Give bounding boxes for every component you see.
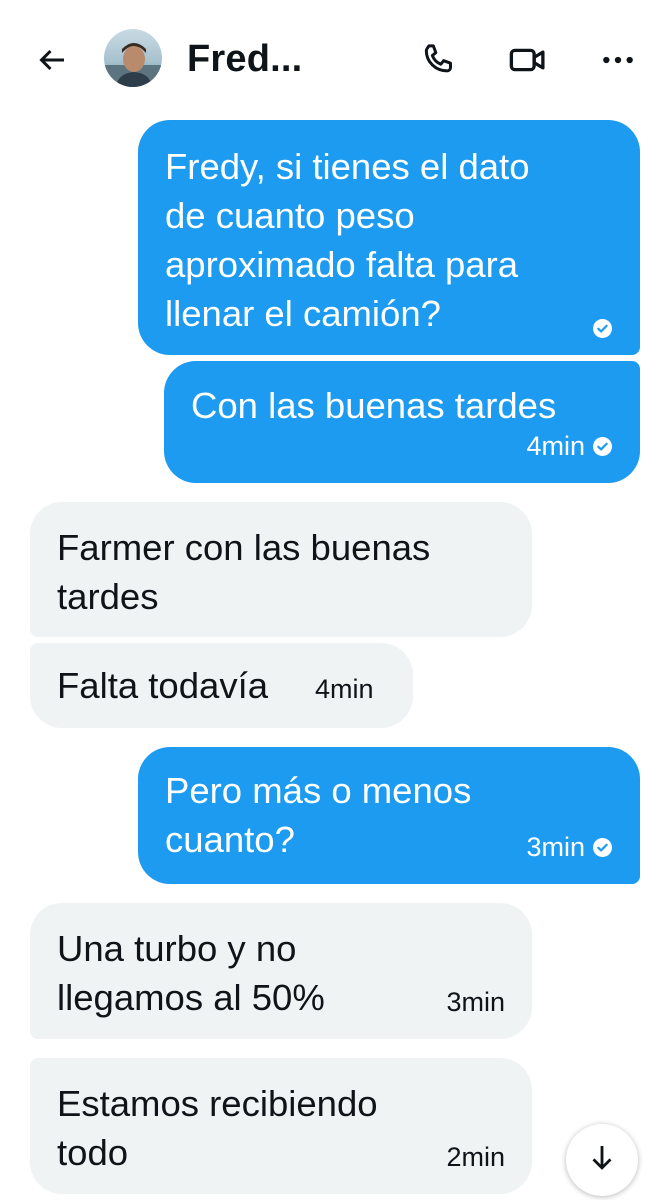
message-time: 4min (526, 431, 585, 461)
message-line: llenar el camión? (165, 293, 441, 334)
contact-name[interactable]: Fred... (187, 38, 302, 81)
message-bubble-received[interactable]: Falta todavía 4min (30, 643, 413, 728)
message-bubble-sent[interactable]: Pero más o menos cuanto? 3min (138, 747, 640, 884)
more-horizontal-icon (598, 40, 638, 85)
conversation-header: Fred... (0, 0, 670, 118)
message-bubble-received[interactable]: Una turbo y no llegamos al 50% 3min (30, 903, 532, 1039)
message-bubble-sent[interactable]: Con las buenas tardes 4min (164, 361, 640, 483)
phone-icon (418, 40, 458, 85)
message-meta: 3min (446, 987, 505, 1017)
more-options-button[interactable] (592, 36, 644, 88)
message-line: Farmer con las buenas (57, 527, 431, 568)
message-meta: 4min (315, 674, 374, 704)
message-line: aproximado falta para (165, 244, 519, 285)
message-line: Estamos recibiendo (57, 1083, 378, 1124)
message-time: 2min (446, 1142, 505, 1172)
message-line: Pero más o menos (165, 770, 472, 811)
message-time: 4min (315, 674, 374, 704)
message-time: 3min (526, 832, 585, 862)
message-meta: 2min (446, 1142, 505, 1172)
message-line: Una turbo y no (57, 928, 297, 969)
message-meta: 4min (526, 431, 612, 461)
video-camera-icon (507, 39, 549, 86)
message-line: de cuanto peso (165, 195, 415, 236)
seen-check-icon (593, 837, 612, 857)
seen-check-icon (593, 436, 612, 456)
message-meta: 3min (526, 832, 612, 862)
message-meta (593, 319, 612, 338)
message-line: Fredy, si tienes el dato (165, 146, 530, 187)
message-line: tardes (57, 576, 159, 617)
video-call-button[interactable] (502, 36, 554, 88)
message-line: Con las buenas tardes (191, 385, 557, 426)
back-button[interactable] (26, 36, 78, 88)
scroll-to-bottom-button[interactable] (566, 1124, 638, 1196)
message-bubble-received[interactable]: Farmer con las buenas tardes (30, 502, 532, 637)
message-bubble-sent[interactable]: Fredy, si tienes el dato de cuanto peso … (138, 120, 640, 355)
call-button[interactable] (412, 36, 464, 88)
arrow-left-icon (34, 42, 70, 83)
message-time: 3min (446, 987, 505, 1017)
seen-check-icon (593, 319, 612, 338)
arrow-down-icon (585, 1141, 619, 1180)
message-bubble-received[interactable]: Estamos recibiendo todo 2min (30, 1058, 532, 1194)
avatar[interactable] (104, 29, 162, 87)
